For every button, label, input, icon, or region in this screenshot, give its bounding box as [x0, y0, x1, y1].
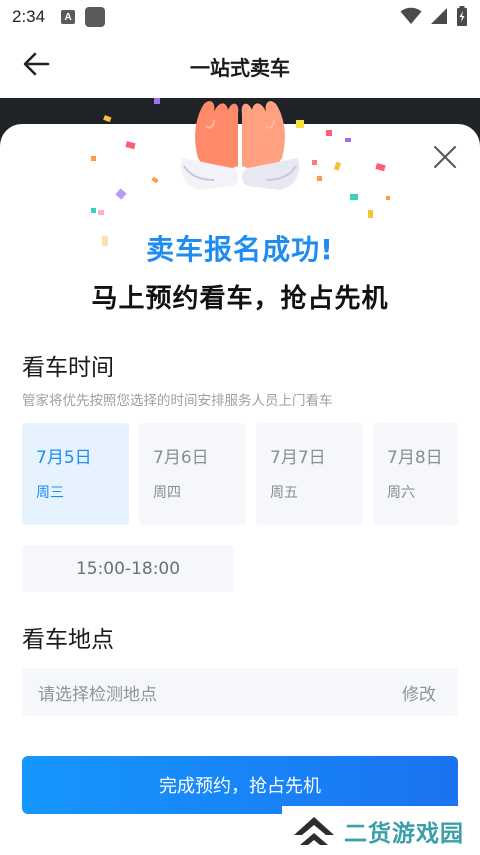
date-label: 7月6日 — [153, 448, 209, 468]
date-option-1[interactable]: 7月5日 周三 — [22, 423, 129, 525]
watermark-text: 二货游戏园 — [344, 820, 464, 847]
page-title: 一站式卖车 — [190, 56, 290, 80]
app-notification-icon: A — [61, 10, 76, 24]
status-icons — [400, 6, 468, 26]
watermark-logo-icon — [294, 816, 334, 845]
date-selector: 7月5日 周三 7月6日 周四 7月7日 周五 7月8日 周六 — [22, 423, 458, 525]
date-label: 7月8日 — [387, 448, 443, 468]
weekday-label: 周三 — [36, 485, 64, 501]
date-option-4[interactable]: 7月8日 周六 — [373, 423, 458, 525]
status-bar: 2:34 A — [0, 0, 480, 34]
close-icon[interactable] — [432, 144, 458, 170]
wifi-icon — [400, 7, 422, 24]
date-label: 7月5日 — [36, 448, 92, 468]
location-placeholder: 请选择检测地点 — [38, 684, 157, 705]
edit-location-button[interactable]: 修改 — [402, 680, 436, 705]
status-time: 2:34 — [12, 7, 46, 26]
success-title: 卖车报名成功! — [146, 233, 334, 266]
time-section-title: 看车时间 — [22, 355, 114, 381]
date-label: 7月7日 — [270, 448, 326, 468]
signal-icon — [431, 8, 447, 24]
location-section-title: 看车地点 — [22, 627, 114, 653]
watermark: 二货游戏园 — [282, 806, 480, 855]
battery-icon — [457, 6, 467, 26]
time-slot-option[interactable]: 15:00-18:00 — [22, 545, 234, 592]
weekday-label: 周六 — [387, 485, 415, 501]
app-header: 一站式卖车 — [0, 34, 480, 98]
location-picker[interactable]: 请选择检测地点 修改 — [22, 668, 458, 716]
time-section-description: 管家将优先按照您选择的时间安排服务人员上门看车 — [22, 393, 333, 409]
success-subtitle: 马上预约看车，抢占先机 — [91, 284, 389, 314]
high-five-hands-icon — [180, 101, 300, 190]
weekday-label: 周五 — [270, 485, 298, 501]
square-icon — [85, 7, 106, 27]
date-option-2[interactable]: 7月6日 周四 — [139, 423, 246, 525]
weekday-label: 周四 — [153, 485, 181, 501]
date-option-3[interactable]: 7月7日 周五 — [256, 423, 363, 525]
